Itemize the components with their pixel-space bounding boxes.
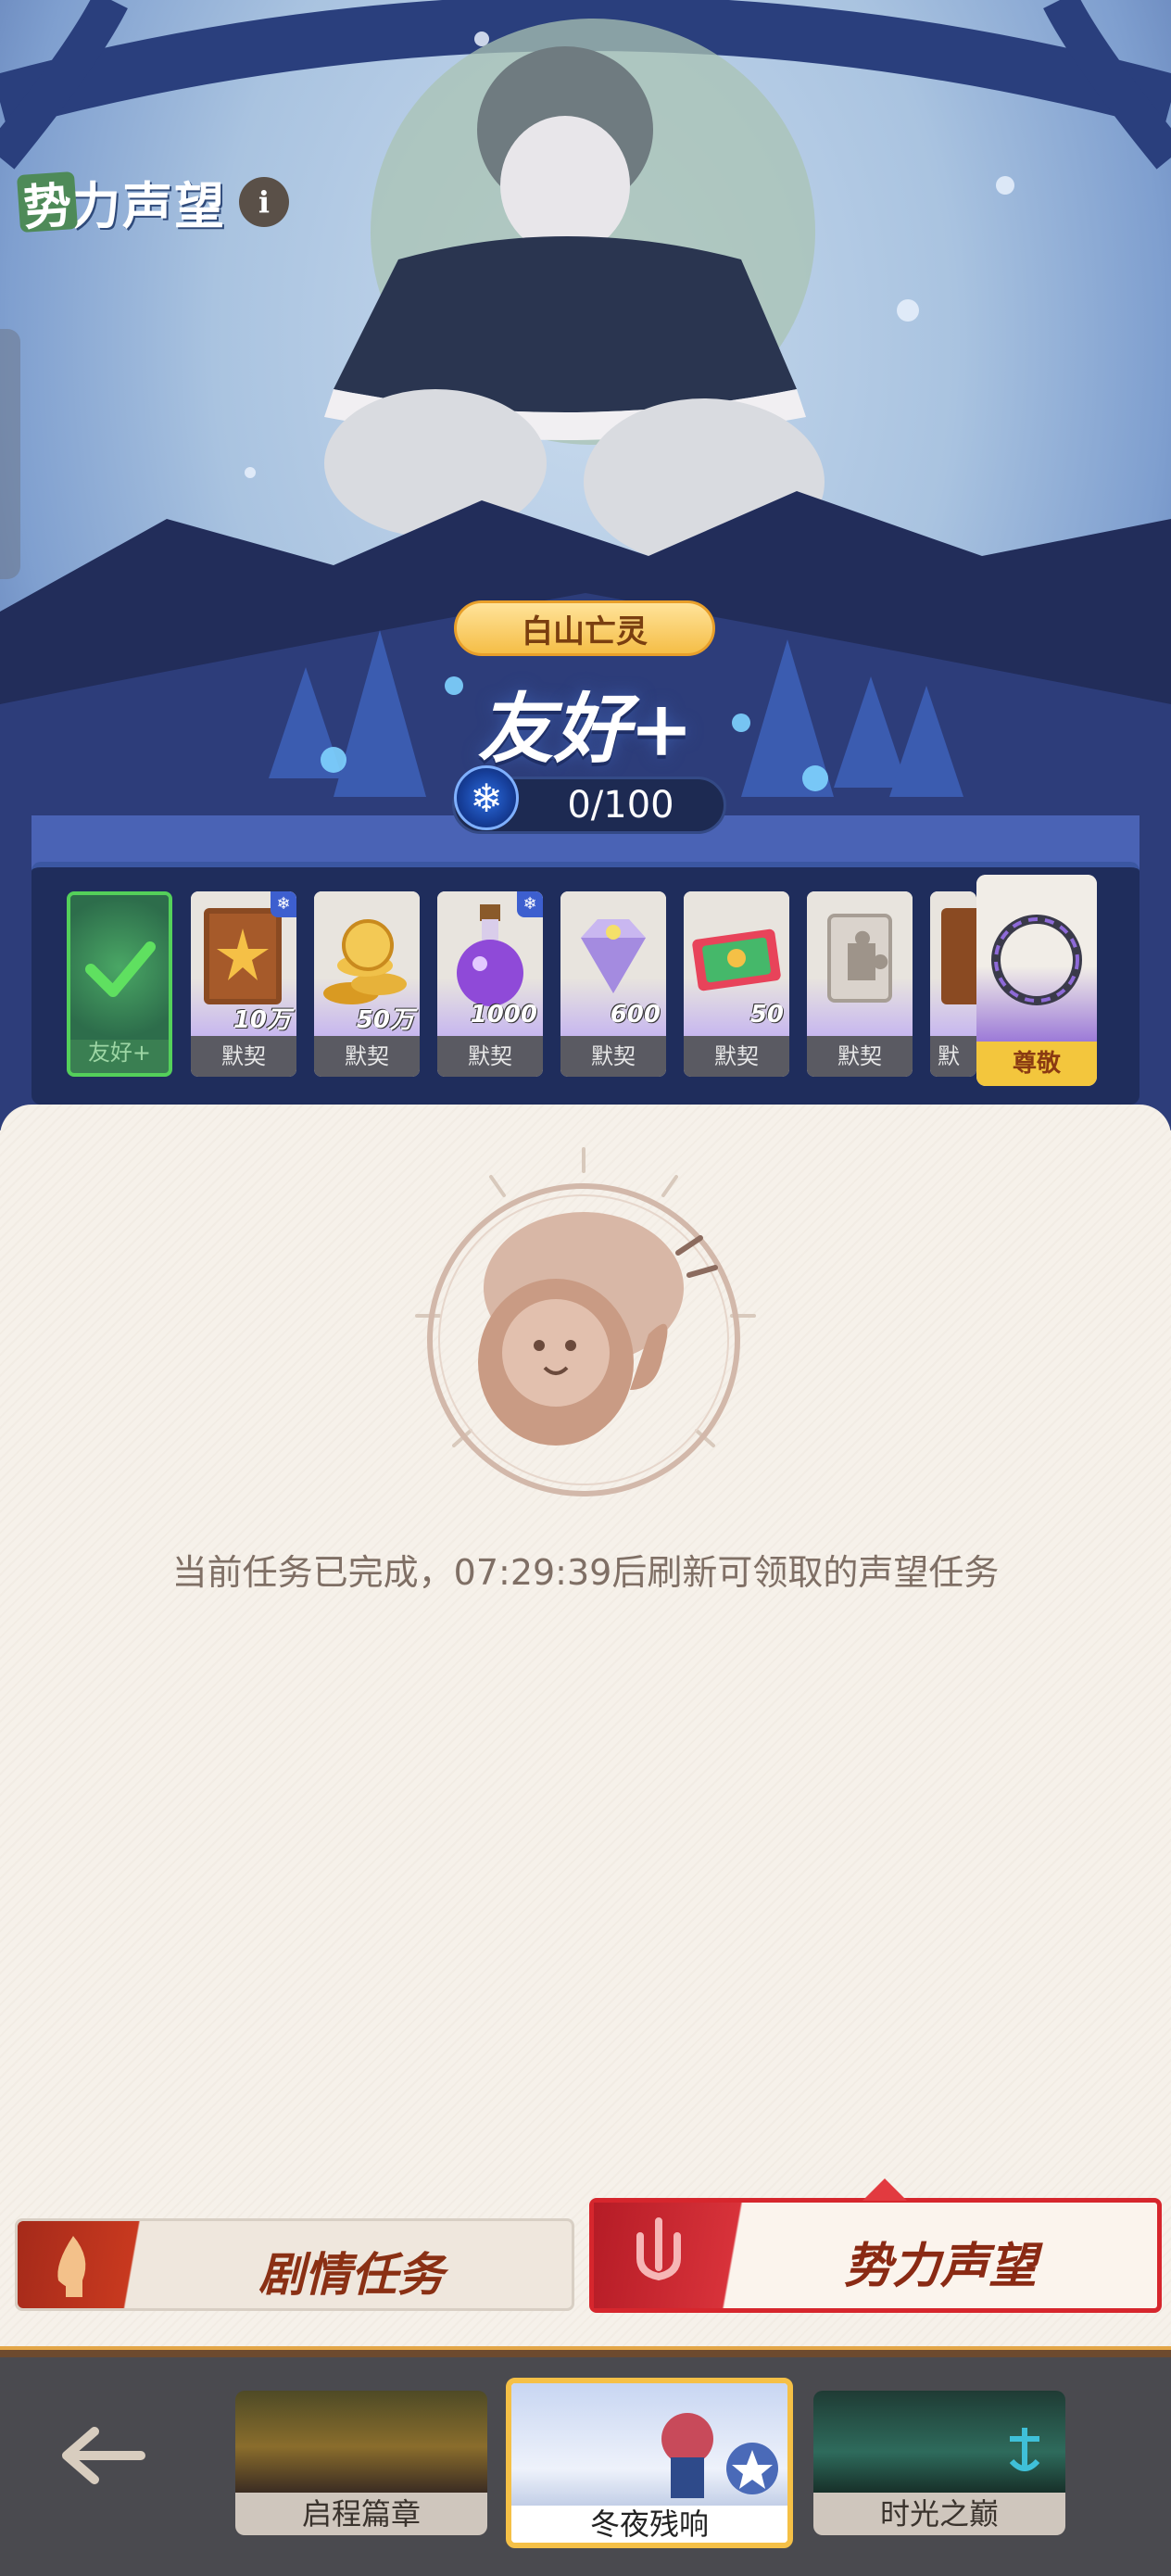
snowflake-badge-icon: ❄ (271, 891, 296, 917)
reward-item[interactable]: 50 默契 (684, 891, 789, 1077)
reward-label: 默契 (807, 1036, 913, 1077)
reward-item[interactable]: ❄ 10万 默契 (191, 891, 296, 1077)
reward-quantity: 1000 (470, 1001, 537, 1029)
reward-label: 友好+ (87, 1040, 152, 1066)
tab-label: 剧情任务 (258, 2247, 444, 2302)
side-drawer-handle[interactable] (0, 329, 20, 579)
tab-faction-reputation[interactable]: 势力声望 (589, 2178, 1162, 2313)
tab-story-quests[interactable]: 剧情任务 (15, 2218, 574, 2311)
back-arrow-icon[interactable] (57, 2418, 150, 2493)
snowflake-icon: ❄ (454, 765, 519, 830)
puzzle-icon (807, 891, 913, 1036)
reward-label: 默契 (437, 1036, 543, 1077)
chapter-card[interactable]: 启程篇章 (235, 2391, 487, 2535)
reward-label: 默契 (684, 1036, 789, 1077)
reward-item[interactable]: 600 默契 (560, 891, 666, 1077)
reward-item-claimed[interactable]: 友好+ (67, 891, 172, 1077)
task-status-message: 当前任务已完成，07:29:39后刷新可领取的声望任务 (171, 1552, 1000, 1593)
reward-item[interactable]: 默契 (807, 891, 913, 1077)
tab-label: 势力声望 (844, 2238, 1038, 2294)
reward-item-honor[interactable]: 尊敬 (976, 875, 1097, 1086)
reward-label: 默契 (560, 1036, 666, 1077)
info-icon[interactable]: i (239, 176, 289, 227)
title-badge: 势 (16, 170, 79, 236)
reward-label: 默契 (314, 1036, 420, 1077)
title-text: 力声望 (70, 176, 226, 235)
chapter-card[interactable]: 时光之巅 (813, 2391, 1065, 2535)
snowflake-badge-icon: ❄ (517, 891, 543, 917)
reward-item[interactable]: ❄ 1000 默契 (437, 891, 543, 1077)
chapter-art-image (235, 2391, 487, 2493)
page-title: 势 力声望 i (16, 165, 289, 238)
selected-indicator (863, 2178, 907, 2201)
check-icon (70, 895, 169, 1040)
reward-quantity: 50万 (356, 1006, 414, 1034)
faction-emblem-icon (594, 2203, 779, 2308)
chapter-label: 冬夜残响 (511, 2506, 787, 2543)
reward-item-partial[interactable]: 默 (930, 891, 976, 1077)
reward-label: 尊敬 (976, 1042, 1097, 1086)
reward-item[interactable]: 50万 默契 (314, 891, 420, 1077)
chapter-label: 启程篇章 (235, 2493, 487, 2535)
reputation-level: 友好+ (477, 685, 694, 774)
chapter-label: 时光之巅 (813, 2493, 1065, 2535)
reputation-progress-text: 0/100 (567, 784, 674, 827)
reward-quantity: 50 (749, 1001, 784, 1029)
reward-label: 默契 (191, 1036, 296, 1077)
ring-icon (976, 875, 1097, 1042)
chapter-art-image (511, 2383, 787, 2506)
reward-label: 默 (930, 1036, 976, 1077)
chapter-art-image (813, 2391, 1065, 2493)
story-emblem-icon (18, 2221, 175, 2308)
chapter-card-selected[interactable]: 冬夜残响 (506, 2378, 793, 2548)
faction-name-pill: 白山亡灵 (454, 600, 715, 656)
empty-state-illustration (415, 1147, 756, 1496)
book-icon (930, 891, 976, 1036)
reward-quantity: 10万 (233, 1006, 291, 1034)
reward-quantity: 600 (610, 1001, 661, 1029)
